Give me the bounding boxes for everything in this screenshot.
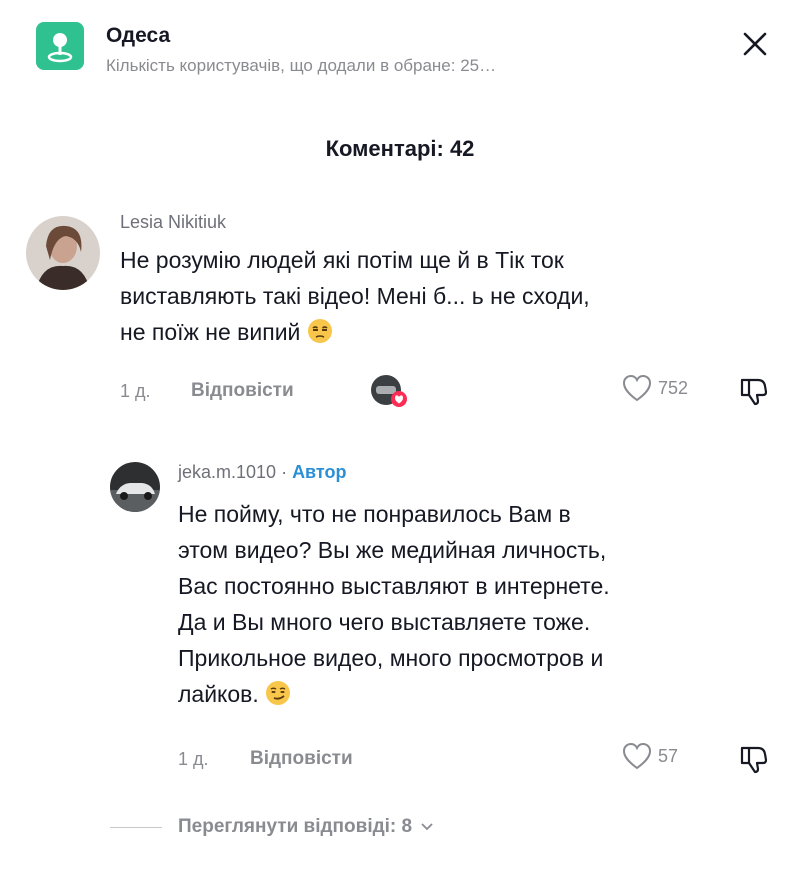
reply-button[interactable]: Відповісти (250, 748, 353, 770)
heart-icon (622, 374, 652, 402)
view-replies-label: Переглянути відповіді: 8 (178, 816, 413, 837)
comment-time: 1 д. (178, 749, 209, 769)
comment-text-line: лайков. (178, 681, 259, 707)
comment-text-line: не поїж не випий (120, 319, 301, 345)
comments-count-title: Коментарі: 42 (325, 136, 475, 161)
chevron-down-icon (421, 823, 433, 831)
author-liked-avatar (370, 374, 407, 407)
comment-text-line: Вас постоянно выставляют в интернете. (178, 573, 610, 599)
location-title: Одеса (106, 24, 171, 47)
comment-username[interactable]: Lesia Nikitiuk (120, 212, 226, 233)
dislike-button[interactable] (738, 742, 770, 779)
comment-text-line: виставляють такі відео! Мені б... ь не с… (120, 283, 590, 309)
comment-text-line: Да и Вы много чего выставляете тоже. (178, 609, 591, 635)
close-button[interactable] (732, 24, 778, 64)
thumbs-down-icon (740, 378, 768, 406)
reply-button[interactable]: Відповісти (191, 380, 294, 402)
comment-username-row: jeka.m.1010 · Автор (178, 462, 346, 483)
comment-text-line: Прикольное видео, много просмотров и (178, 645, 604, 671)
smirking-face-icon (266, 681, 291, 705)
avatar[interactable] (110, 462, 160, 512)
like-button[interactable]: 752 (622, 374, 688, 402)
comment-text-line: этом видео? Вы же медийная личность, (178, 537, 607, 563)
comment-text-line: Не пойму, что не понравилось Вам в (178, 501, 571, 527)
location-banner[interactable]: Одеса Кількість користувачів, що додали … (0, 0, 800, 100)
heart-icon (622, 742, 652, 770)
comment-username[interactable]: jeka.m.1010 (178, 462, 276, 482)
close-icon (743, 32, 767, 56)
unamused-face-icon (307, 319, 332, 343)
author-badge: Автор (292, 462, 347, 482)
dislike-button[interactable] (738, 374, 770, 411)
location-subtitle: Кількість користувачів, що додали в обра… (106, 56, 497, 75)
separator: · (281, 462, 288, 482)
comment-text-line: Не розумію людей які потім ще й в Тік то… (120, 247, 564, 273)
comment-time: 1 д. (120, 381, 151, 401)
comment-text: Не розумію людей які потім ще й в Тік то… (120, 242, 590, 350)
thumbs-down-icon (740, 746, 768, 774)
like-count: 752 (658, 377, 689, 398)
view-replies-button[interactable]: Переглянути відповіді: 8 (110, 816, 434, 838)
map-pin-icon (36, 22, 84, 70)
like-count: 57 (658, 745, 679, 766)
divider (110, 826, 162, 828)
avatar[interactable] (26, 216, 100, 290)
like-button[interactable]: 57 (622, 742, 678, 770)
comment-text: Не пойму, что не понравилось Вам в этом … (178, 496, 610, 712)
